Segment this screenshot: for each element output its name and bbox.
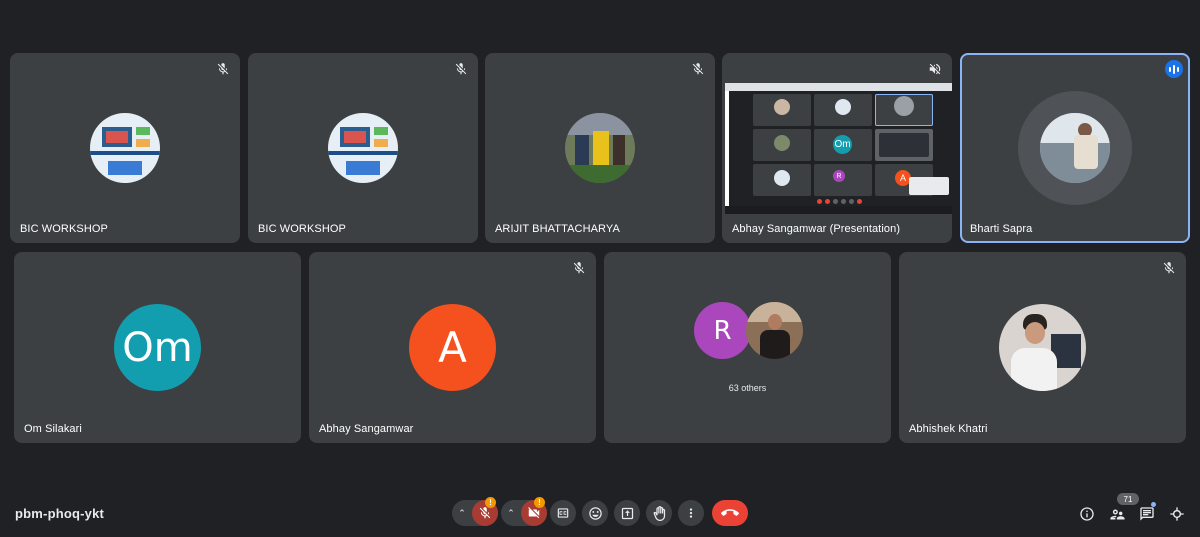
- participant-avatar: [90, 113, 160, 183]
- participant-avatar-initials: R: [694, 302, 751, 359]
- participant-tile-bic-workshop-1[interactable]: BIC WORKSHOP: [10, 53, 240, 243]
- participant-name: Abhay Sangamwar (Presentation): [732, 223, 901, 235]
- mic-off-icon: [479, 507, 491, 519]
- participant-tile-arijit[interactable]: ARIJIT BHATTACHARYA: [485, 53, 715, 243]
- audio-options-chevron-icon[interactable]: ⌃: [452, 508, 472, 519]
- info-icon: [1080, 507, 1094, 521]
- mic-off-icon: [573, 262, 585, 274]
- speaking-indicator-icon: [1165, 60, 1183, 78]
- participant-name: Om Silakari: [24, 423, 82, 435]
- mic-warning-badge: !: [485, 497, 496, 508]
- participant-name: ARIJIT BHATTACHARYA: [495, 223, 620, 235]
- people-icon: [1109, 509, 1125, 519]
- participant-name: Bharti Sapra: [970, 223, 1033, 235]
- mic-off-icon: [1163, 262, 1175, 274]
- presentation-screen: Om R A: [725, 83, 952, 214]
- participant-avatar: [746, 302, 803, 359]
- participant-avatar-initials: A: [409, 304, 496, 391]
- people-count-badge: 71: [1117, 493, 1139, 505]
- volume-off-icon: [929, 63, 941, 75]
- participant-name: Abhay Sangamwar: [319, 423, 414, 435]
- participant-name: BIC WORKSHOP: [258, 223, 346, 235]
- preview-r-avatar: R: [833, 170, 845, 182]
- raise-hand-button[interactable]: [646, 500, 672, 526]
- hand-icon: [653, 505, 665, 521]
- participant-avatar-initials: Om: [114, 304, 201, 391]
- leave-call-button[interactable]: [712, 500, 748, 526]
- video-options-chevron-icon[interactable]: ⌃: [501, 508, 521, 519]
- participant-name: BIC WORKSHOP: [20, 223, 108, 235]
- present-button[interactable]: [614, 500, 640, 526]
- participant-avatar: [328, 113, 398, 183]
- participant-tile-bharti[interactable]: Bharti Sapra: [960, 53, 1190, 243]
- activities-icon: [1170, 507, 1184, 521]
- call-end-icon: [721, 509, 739, 516]
- captions-button[interactable]: [550, 500, 576, 526]
- chat-unread-dot: [1151, 502, 1156, 507]
- participant-tile-bic-workshop-2[interactable]: BIC WORKSHOP: [248, 53, 478, 243]
- more-vert-icon: [689, 508, 693, 518]
- preview-om-avatar: Om: [833, 135, 852, 154]
- participant-tile-presentation[interactable]: Om R A Abhay Sangamwar (Presentation): [722, 53, 952, 243]
- chat-button[interactable]: [1138, 505, 1156, 523]
- participant-avatar: [565, 113, 635, 183]
- participant-avatar: [1040, 113, 1110, 183]
- activities-button[interactable]: [1168, 505, 1186, 523]
- participant-tile-abhishek[interactable]: Abhishek Khatri: [899, 252, 1186, 443]
- camera-warning-badge: !: [534, 497, 545, 508]
- more-options-button[interactable]: [678, 500, 704, 526]
- mic-off-icon: [455, 63, 467, 75]
- closed-captions-icon: [557, 508, 569, 518]
- mic-off-icon: [692, 63, 704, 75]
- reactions-button[interactable]: [582, 500, 608, 526]
- meeting-code[interactable]: pbm-phoq-ykt: [15, 506, 104, 521]
- present-screen-icon: [621, 507, 633, 519]
- participant-tile-om[interactable]: Om Om Silakari: [14, 252, 301, 443]
- meeting-details-button[interactable]: [1078, 505, 1096, 523]
- mic-off-icon: [217, 63, 229, 75]
- emoji-icon: [588, 506, 602, 520]
- participant-tile-abhay[interactable]: A Abhay Sangamwar: [309, 252, 596, 443]
- camera-off-icon: [528, 507, 540, 519]
- participant-tile-others[interactable]: R 63 others: [604, 252, 891, 443]
- participant-name: Abhishek Khatri: [909, 423, 988, 435]
- others-count-label: 63 others: [728, 383, 767, 393]
- participant-avatar: [999, 304, 1086, 391]
- people-button[interactable]: [1108, 505, 1126, 523]
- chat-icon: [1140, 507, 1154, 521]
